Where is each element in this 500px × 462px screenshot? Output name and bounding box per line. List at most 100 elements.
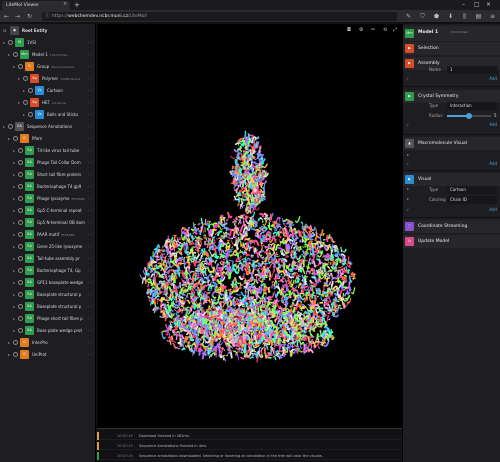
row-menu-icon[interactable]: ⋯	[88, 338, 92, 347]
chevron-right-icon[interactable]: ▸	[407, 186, 409, 191]
tree-item[interactable]: ▸ SA Bacteriophage T4, Gp ⋯	[0, 266, 95, 275]
row-menu-icon[interactable]: ⋯	[88, 170, 92, 179]
visibility-icon[interactable]	[28, 112, 33, 117]
tree-item[interactable]: ▸ SA Base plate wedge prot ⋯	[0, 326, 95, 335]
shield-icon[interactable]: ⛉	[418, 11, 427, 21]
reload-icon[interactable]: ↻	[27, 10, 32, 23]
selection-section[interactable]: ▶ Selection	[403, 42, 500, 55]
row-menu-icon[interactable]: ⋯	[88, 266, 92, 275]
tree-item[interactable]: ▸ Sg HET 24 atoms ⋯	[0, 98, 95, 107]
visibility-icon[interactable]	[13, 340, 18, 345]
menu-icon[interactable]: ≡	[488, 11, 497, 21]
visibility-icon[interactable]	[23, 100, 28, 105]
visibility-icon[interactable]	[18, 64, 23, 69]
update-model-section[interactable]: ↻ Update Model	[403, 235, 500, 248]
row-menu-icon[interactable]: ⋯	[88, 158, 92, 167]
crystal-type-select[interactable]: Interaction	[447, 102, 497, 110]
row-menu-icon[interactable]: ⋯	[88, 254, 92, 263]
visibility-icon[interactable]	[18, 328, 23, 333]
macro-visual-check-icon[interactable]: ✓	[406, 161, 409, 166]
visibility-icon[interactable]	[18, 292, 23, 297]
tree-root-row[interactable]: ⊟ ◉ Root Entity	[0, 26, 95, 35]
tree-item[interactable]: ▸ G Group Macromolecule ⋯	[0, 62, 95, 71]
visual-check-icon[interactable]: ✓	[406, 207, 409, 212]
tree-item[interactable]: ▸ SA Phage Tail Collar Dom ⋯	[0, 158, 95, 167]
expand-toggle-icon[interactable]: ▸	[3, 38, 7, 47]
expand-toggle-icon[interactable]: ▸	[13, 62, 17, 71]
visibility-icon[interactable]	[13, 136, 18, 141]
back-icon[interactable]: ←	[4, 10, 9, 23]
visibility-icon[interactable]	[18, 244, 23, 249]
row-menu-icon[interactable]: ⋯	[88, 110, 92, 119]
row-menu-icon[interactable]: ⋯	[88, 302, 92, 311]
expand-toggle-icon[interactable]: ▸	[23, 86, 27, 95]
visibility-icon[interactable]	[18, 208, 23, 213]
tree-item[interactable]: ▸ G Pfam ⋯	[0, 134, 95, 143]
crystal-add-button[interactable]: Add	[489, 122, 497, 127]
sidebar-icon[interactable]: ▤	[474, 11, 483, 21]
expand-toggle-icon[interactable]: ▸	[13, 278, 17, 287]
expand-toggle-icon[interactable]: ▸	[13, 218, 17, 227]
tab-close-icon[interactable]: ×	[63, 0, 67, 9]
radius-slider-thumb[interactable]	[466, 113, 472, 119]
tree-item[interactable]: ▸ SA Gene 25-like lysozyme ⋯	[0, 242, 95, 251]
visibility-icon[interactable]	[18, 232, 23, 237]
chevron-right-icon[interactable]: ▸	[407, 152, 409, 157]
row-menu-icon[interactable]: ⋯	[88, 290, 92, 299]
row-menu-icon[interactable]: ⋯	[88, 62, 92, 71]
expand-toggle-icon[interactable]: ▸	[13, 182, 17, 191]
tree-item[interactable]: ▸ SA Tail-tube assembly pr ⋯	[0, 254, 95, 263]
tree-item[interactable]: ▸ M 1VSI ⋯	[0, 38, 95, 47]
assembly-name-select[interactable]: 1	[447, 66, 497, 74]
tree-item[interactable]: ▸ SA Baseplate structural p ⋯	[0, 302, 95, 311]
expand-toggle-icon[interactable]: ▸	[13, 326, 17, 335]
tree-item[interactable]: ▸ Vs Cartoon ⋯	[0, 86, 95, 95]
chevron-right-icon[interactable]: ▸	[407, 196, 409, 201]
row-menu-icon[interactable]: ⋯	[88, 314, 92, 323]
tree-item[interactable]: ▸ G InterPro ⋯	[0, 338, 95, 347]
forward-icon[interactable]: →	[15, 10, 20, 23]
molecule-viewport[interactable]: ◘ ⚙ ✂ ⟲ ⤢	[97, 24, 402, 428]
visibility-icon[interactable]	[18, 220, 23, 225]
collapse-icon[interactable]: ⊟	[3, 26, 6, 35]
macro-visual-add-button[interactable]: Add	[489, 161, 497, 166]
expand-toggle-icon[interactable]: ▸	[3, 122, 7, 131]
expand-toggle-icon[interactable]: ▸	[13, 302, 17, 311]
expand-toggle-icon[interactable]: ▸	[13, 170, 17, 179]
row-menu-icon[interactable]: ⋯	[88, 98, 92, 107]
row-menu-icon[interactable]: ⋯	[88, 278, 92, 287]
coordinate-streaming-section[interactable]: ⬚ Coordinate Streaming	[403, 220, 500, 233]
tree-item[interactable]: ▸ Vs Balls and Sticks ⋯	[0, 110, 95, 119]
row-menu-icon[interactable]: ⋯	[88, 122, 92, 131]
visibility-icon[interactable]	[18, 280, 23, 285]
tree-item[interactable]: ▸ SA Phage short tail fibre p ⋯	[0, 314, 95, 323]
tree-item[interactable]: ▸ SA GP11 baseplate wedge ⋯	[0, 278, 95, 287]
library-icon[interactable]: ⫼	[460, 11, 469, 21]
tree-item[interactable]: ▸ SA Short tail fibre protein ⋯	[0, 170, 95, 179]
visibility-icon[interactable]	[13, 352, 18, 357]
macromolecule-visual-section[interactable]: ▲ Macromolecule Visual	[403, 137, 500, 150]
row-menu-icon[interactable]: ⋯	[88, 350, 92, 359]
expand-toggle-icon[interactable]: ▸	[13, 266, 17, 275]
expand-toggle-icon[interactable]: ▸	[8, 338, 12, 347]
visibility-icon[interactable]	[18, 148, 23, 153]
visual-section[interactable]: ▶ Visual	[403, 173, 500, 186]
visibility-icon[interactable]	[18, 268, 23, 273]
expand-toggle-icon[interactable]: ▸	[13, 206, 17, 215]
tree-item[interactable]: ▸ SA Phage lysozyme PF00959 ⋯	[0, 194, 95, 203]
visibility-icon[interactable]	[18, 304, 23, 309]
assembly-add-button[interactable]: Add	[489, 76, 497, 81]
visual-add-button[interactable]: Add	[489, 207, 497, 212]
expand-toggle-icon[interactable]: ▸	[8, 350, 12, 359]
visibility-icon[interactable]	[13, 52, 18, 57]
expand-toggle-icon[interactable]: ▸	[13, 146, 17, 155]
row-menu-icon[interactable]: ⋯	[88, 86, 92, 95]
row-menu-icon[interactable]: ⋯	[88, 242, 92, 251]
window-close-icon[interactable]: ×	[486, 0, 491, 9]
row-menu-icon[interactable]: ⋯	[88, 230, 92, 239]
tree-item[interactable]: ▸ Mm Model 1 1VSI Protein ⋯	[0, 50, 95, 59]
row-menu-icon[interactable]: ⋯	[88, 38, 92, 47]
address-bar[interactable]: https://webchemdev.ncbr.muni.cz/LiteMol/	[42, 12, 397, 21]
row-menu-icon[interactable]: ⋯	[88, 50, 92, 59]
tools-icon[interactable]: ✎	[404, 11, 413, 21]
